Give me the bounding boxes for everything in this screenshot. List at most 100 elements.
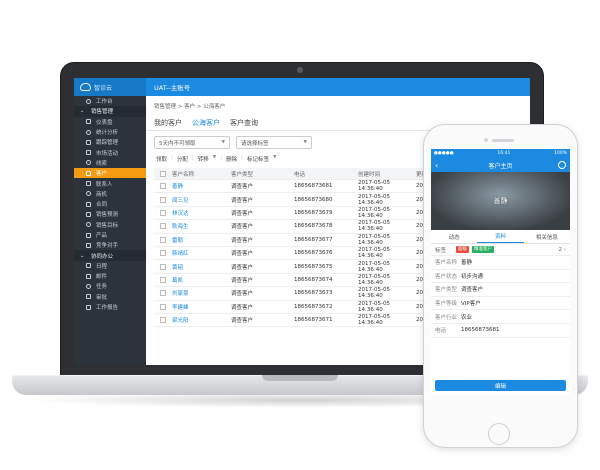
sidebar: 工作台 ⌄ 销售管理 仪表盘 统计分析 跟踪管理 市场活动线索 客户 联系人商机 合同 销售预测销售… bbox=[74, 96, 146, 365]
customer-name-link[interactable]: 闻三见 bbox=[172, 196, 231, 204]
lead-icon bbox=[86, 160, 91, 166]
header-phone[interactable]: 电话 bbox=[294, 170, 358, 178]
row-checkbox[interactable] bbox=[154, 236, 172, 243]
tag-row[interactable]: 标签 超级 精准客户 2 › bbox=[431, 244, 570, 256]
customer-type: 调查客户 bbox=[231, 264, 254, 271]
row-checkbox[interactable] bbox=[154, 250, 172, 257]
tab-profile[interactable]: 资料 bbox=[477, 230, 524, 243]
edit-button[interactable]: 编辑 bbox=[435, 380, 566, 391]
row-checkbox[interactable] bbox=[154, 290, 172, 297]
select-all-checkbox[interactable] bbox=[154, 170, 172, 177]
customer-name-link[interactable]: 善静 bbox=[172, 182, 231, 190]
customer-name-link[interactable]: 黄韬 bbox=[172, 263, 231, 271]
sidebar-item-17[interactable]: 邮件 bbox=[74, 271, 146, 281]
customer-type: 调查客户 bbox=[231, 304, 254, 311]
sidebar-item-14[interactable]: 竞争对手 bbox=[74, 240, 146, 250]
approval-icon bbox=[86, 294, 91, 300]
sidebar-item-9[interactable]: 商机 bbox=[74, 189, 146, 199]
tab-related[interactable]: 相关信息 bbox=[524, 230, 570, 243]
customer-phone: 18656873671 bbox=[294, 317, 333, 324]
sidebar-item-label: 商机 bbox=[96, 191, 108, 198]
account-name[interactable]: UAT--主账号 bbox=[154, 82, 190, 92]
sidebar-item-19[interactable]: 审批 bbox=[74, 292, 146, 302]
customer-name-link[interactable]: 刘家豪 bbox=[172, 289, 231, 297]
sidebar-item-label: 日程 bbox=[96, 263, 108, 270]
sidebar-item-label: 线索 bbox=[96, 160, 108, 167]
sidebar-item-6[interactable]: 线索 bbox=[74, 158, 146, 168]
field-value: VIP客户 bbox=[461, 301, 481, 308]
field-label: 电话 bbox=[435, 328, 447, 335]
customer-name-link[interactable]: 梁光阳 bbox=[172, 316, 231, 324]
app-logo[interactable]: 智诊云 bbox=[74, 78, 146, 96]
profile-field: 客户类型 调查客户 bbox=[431, 283, 570, 297]
sidebar-item-12[interactable]: 销售目标 bbox=[74, 220, 146, 230]
row-checkbox[interactable] bbox=[154, 196, 172, 203]
sidebar-item-4[interactable]: 跟踪管理 bbox=[74, 137, 146, 147]
sidebar-item-label: 产品 bbox=[96, 233, 108, 239]
claim-filter-select[interactable]: 5天内不可领取 ▼ bbox=[154, 136, 230, 149]
sidebar-item-13[interactable]: 产品 bbox=[74, 230, 146, 240]
header-created[interactable]: 创建时间 bbox=[358, 170, 416, 178]
report-icon bbox=[86, 304, 91, 310]
mark-tag-button[interactable]: 标记标签 bbox=[247, 155, 269, 163]
chevron-down-icon: ▼ bbox=[221, 140, 225, 145]
sidebar-item-16[interactable]: 日程 bbox=[74, 261, 146, 271]
sidebar-item-11[interactable]: 销售预测 bbox=[74, 209, 146, 219]
customer-hero: 善静 bbox=[431, 172, 570, 230]
status-time: 16:41 bbox=[497, 151, 511, 156]
delete-button[interactable]: 删除 bbox=[226, 155, 237, 163]
customer-type: 调查客户 bbox=[231, 237, 254, 244]
sidebar-item-1[interactable]: ⌄ 销售管理 bbox=[74, 106, 146, 117]
more-icon[interactable] bbox=[558, 161, 566, 169]
tab-activity[interactable]: 动态 bbox=[431, 230, 477, 243]
row-checkbox[interactable] bbox=[154, 263, 172, 270]
sidebar-item-5[interactable]: 市场活动 bbox=[74, 147, 146, 157]
sidebar-item-0[interactable]: 工作台 bbox=[74, 96, 146, 106]
customer-name-link[interactable]: 葛凯 bbox=[172, 276, 231, 284]
nav-title: 客户主页 bbox=[488, 162, 513, 170]
row-checkbox[interactable] bbox=[154, 223, 172, 230]
tag-filter-select[interactable]: 请选择标签 ▼ bbox=[236, 136, 312, 149]
sidebar-item-label: 销售目标 bbox=[96, 222, 119, 229]
profile-fields: 客户名称 善静 客户状态 初步沟通 客户类型 调查客户 客户等级 VIP客户 客户行业 农业 电话 1… bbox=[431, 256, 570, 338]
row-checkbox[interactable] bbox=[154, 317, 172, 324]
customer-phone: 18656873676 bbox=[294, 250, 333, 257]
sidebar-item-10[interactable]: 合同 bbox=[74, 199, 146, 209]
row-checkbox[interactable] bbox=[154, 303, 172, 310]
customer-phone: 18656873680 bbox=[294, 196, 333, 203]
sidebar-item-3[interactable]: 统计分析 bbox=[74, 127, 146, 137]
row-checkbox[interactable] bbox=[154, 183, 172, 190]
customer-phone: 18656873681 bbox=[294, 183, 333, 190]
sidebar-item-label: 任务 bbox=[96, 284, 108, 291]
customer-name-link[interactable]: 李建峰 bbox=[172, 303, 231, 311]
row-checkbox[interactable] bbox=[154, 276, 172, 283]
product-mockup: 智诊云 UAT--主账号 工作台 ⌄ 销售管理 仪表盘 统计分析 跟踪管理 市场活动 线索 客户… bbox=[0, 0, 600, 470]
customer-phone: 18656873675 bbox=[294, 263, 333, 270]
field-label: 客户名称 bbox=[435, 260, 458, 267]
header-type[interactable]: 客户类型 bbox=[231, 170, 294, 178]
sidebar-item-7[interactable]: 客户 bbox=[74, 168, 146, 179]
row-checkbox[interactable] bbox=[154, 209, 172, 216]
assign-button[interactable]: 分配 bbox=[177, 155, 188, 163]
customer-name-link[interactable]: 韩靖红 bbox=[172, 249, 231, 257]
customer-name-link[interactable]: 耿海生 bbox=[172, 222, 231, 230]
task-icon bbox=[86, 283, 91, 289]
created-time: 2017-05-05 14:36:40 bbox=[358, 206, 390, 219]
mobile-tabs: 动态 资料 相关信息 bbox=[431, 230, 570, 244]
customer-name-link[interactable]: 林汉达 bbox=[172, 209, 231, 217]
created-time: 2017-05-05 14:36:40 bbox=[358, 273, 390, 286]
sidebar-item-20[interactable]: 工作报告 bbox=[74, 302, 146, 312]
customer-name-link[interactable]: 雷勒 bbox=[172, 236, 231, 244]
sidebar-item-8[interactable]: 联系人 bbox=[74, 178, 146, 188]
customer-type: 调查客户 bbox=[231, 184, 254, 191]
header-name[interactable]: 客户名称 bbox=[172, 170, 231, 178]
analytics-icon bbox=[86, 129, 91, 135]
sidebar-item-18[interactable]: 任务 bbox=[74, 281, 146, 291]
tag-badge: 精准客户 bbox=[472, 246, 494, 253]
crm-mobile-app: ●●●●● 16:41 100% ‹ 客户主页 善静 动态 资料 相关信息 标签… bbox=[431, 149, 570, 395]
chevron-down-icon: ▼ bbox=[212, 155, 217, 160]
claim-button[interactable]: 领取 bbox=[156, 155, 167, 163]
sidebar-item-15[interactable]: ⌄ 协同办公 bbox=[74, 250, 146, 261]
transfer-button[interactable]: 转移 bbox=[198, 155, 209, 163]
sidebar-item-2[interactable]: 仪表盘 bbox=[74, 117, 146, 127]
